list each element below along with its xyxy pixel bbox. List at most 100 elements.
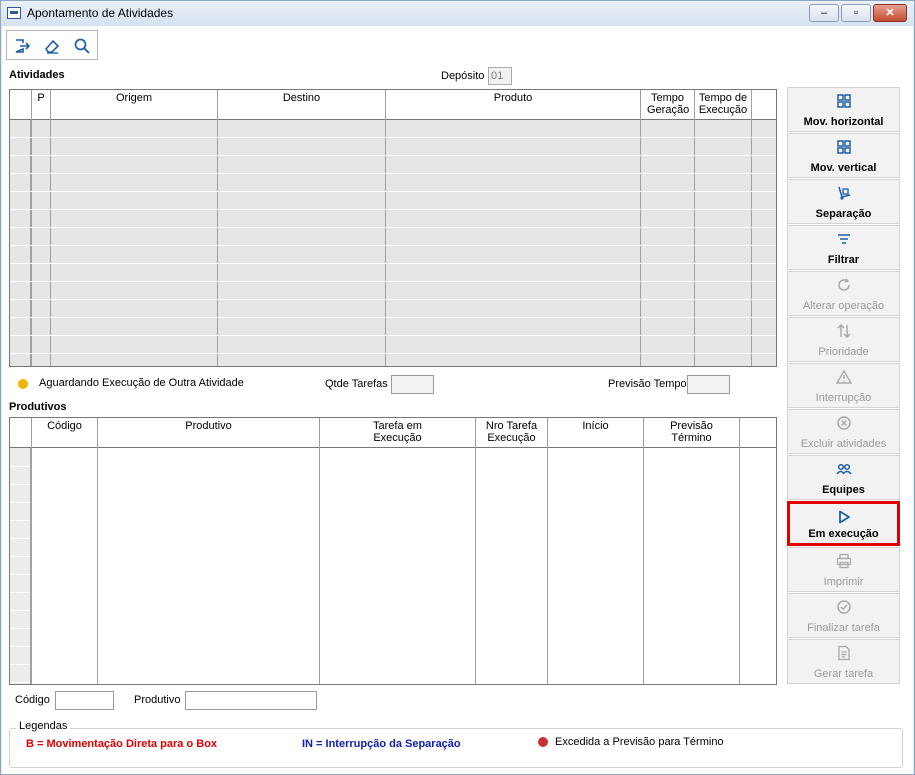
atividades-grid[interactable]: P Origem Destino Produto Tempo Geração T… [9, 89, 777, 367]
finalizar-tarefa-button[interactable]: Finalizar tarefa [787, 593, 900, 638]
team-icon [788, 461, 899, 477]
main-content: Atividades Depósito 01 P Origem Destino … [2, 26, 913, 774]
sidebar-button-label: Prioridade [818, 346, 869, 358]
col-header-codigo[interactable]: Código [32, 418, 98, 448]
sidebar-button-label: Em execução [808, 528, 879, 540]
previsao-tempo-field[interactable] [687, 375, 730, 394]
app-window: Apontamento de Atividades – ▫ ✕ Atividad… [0, 0, 915, 775]
row-header-divider [10, 502, 30, 503]
waiting-status-label: Aguardando Execução de Outra Atividade [39, 377, 244, 389]
col-header-destino[interactable]: Destino [218, 90, 386, 120]
row-header-divider [10, 484, 30, 485]
waiting-status-dot [18, 379, 28, 389]
sort-arrows-icon [788, 323, 899, 339]
sidebar-button-label: Imprimir [823, 576, 864, 588]
row-header-divider [10, 592, 30, 593]
alterar-operacao-button[interactable]: Alterar operação [787, 271, 900, 316]
window-title: Apontamento de Atividades [27, 6, 174, 20]
table-row[interactable] [10, 336, 776, 354]
table-row[interactable] [10, 300, 776, 318]
deposito-field[interactable]: 01 [488, 67, 512, 85]
row-header-divider [10, 520, 30, 521]
sidebar-button-label: Excluir atividades [800, 438, 887, 450]
refresh-icon [788, 277, 899, 293]
col-header-produto[interactable]: Produto [386, 90, 641, 120]
em-execucao-button[interactable]: Em execução [787, 501, 900, 546]
qtde-tarefas-field[interactable] [391, 375, 434, 394]
hand-truck-icon [788, 185, 899, 201]
corner-header [10, 418, 32, 448]
col-header-tempo-geracao[interactable]: Tempo Geração [641, 90, 695, 120]
row-header-divider [10, 466, 30, 467]
maximize-button[interactable]: ▫ [841, 4, 871, 22]
search-button[interactable] [69, 34, 95, 58]
row-header-divider [10, 538, 30, 539]
grid-move-icon [788, 93, 899, 109]
produtivo-filter-label: Produtivo [134, 694, 181, 706]
atividades-heading: Atividades [9, 69, 65, 81]
equipes-button[interactable]: Equipes [787, 455, 900, 500]
table-row[interactable] [10, 174, 776, 192]
search-icon [74, 38, 90, 54]
legend-interruption: IN = Interrupção da Separação [302, 738, 461, 750]
produtivo-filter-input[interactable] [185, 691, 317, 710]
table-row[interactable] [10, 210, 776, 228]
corner-header [10, 90, 32, 120]
excluir-atividades-button[interactable]: Excluir atividades [787, 409, 900, 454]
table-row[interactable] [10, 192, 776, 210]
sidebar-button-label: Equipes [822, 484, 865, 496]
gerar-tarefa-button[interactable]: Gerar tarefa [787, 639, 900, 684]
close-button[interactable]: ✕ [873, 4, 907, 22]
interrupcao-button[interactable]: Interrupção [787, 363, 900, 408]
table-row[interactable] [10, 156, 776, 174]
mov-horizontal-button[interactable]: Mov. horizontal [787, 87, 900, 132]
col-header-nro-tarefa[interactable]: Nro Tarefa Execução [476, 418, 548, 448]
table-row[interactable] [10, 246, 776, 264]
row-header-divider [10, 628, 30, 629]
produtivos-grid[interactable]: Código Produtivo Tarefa em Execução Nro … [9, 417, 777, 685]
sidebar-button-label: Finalizar tarefa [807, 622, 880, 634]
minimize-button[interactable]: – [809, 4, 839, 22]
table-row[interactable] [10, 318, 776, 336]
produtivos-grid-header: Código Produtivo Tarefa em Execução Nro … [10, 418, 776, 448]
col-header-origem[interactable]: Origem [51, 90, 218, 120]
legend-exceeded: Excedida a Previsão para Término [555, 736, 724, 748]
play-icon [790, 509, 897, 525]
exit-button[interactable] [9, 34, 35, 58]
sidebar-button-label: Gerar tarefa [813, 668, 874, 680]
table-row[interactable] [10, 120, 776, 138]
row-header-divider [10, 556, 30, 557]
col-header-produtivo[interactable]: Produtivo [98, 418, 320, 448]
table-row[interactable] [10, 264, 776, 282]
col-header-p[interactable]: P [32, 90, 51, 120]
table-row[interactable] [10, 228, 776, 246]
sidebar-button-label: Separação [815, 208, 872, 220]
filtrar-button[interactable]: Filtrar [787, 225, 900, 270]
imprimir-button[interactable]: Imprimir [787, 547, 900, 592]
exceeded-status-dot [538, 737, 548, 747]
close-circle-icon [788, 415, 899, 431]
atividades-grid-header: P Origem Destino Produto Tempo Geração T… [10, 90, 776, 120]
mov-vertical-button[interactable]: Mov. vertical [787, 133, 900, 178]
col-header-tempo-execucao[interactable]: Tempo de Execução [695, 90, 752, 120]
title-bar: Apontamento de Atividades – ▫ ✕ [1, 1, 914, 26]
sidebar-button-label: Mov. vertical [810, 162, 877, 174]
clear-button[interactable] [39, 34, 65, 58]
codigo-filter-input[interactable] [55, 691, 114, 710]
row-header-divider [10, 610, 30, 611]
col-header-inicio[interactable]: Início [548, 418, 644, 448]
filter-icon [788, 231, 899, 247]
qtde-tarefas-label: Qtde Tarefas [325, 378, 388, 390]
sidebar-button-label: Filtrar [827, 254, 860, 266]
col-header-previsao-termino[interactable]: Previsão Término [644, 418, 740, 448]
table-row[interactable] [10, 138, 776, 156]
col-header-tarefa-execucao[interactable]: Tarefa em Execução [320, 418, 476, 448]
produtivos-heading: Produtivos [9, 401, 67, 413]
row-header-divider [10, 574, 30, 575]
separacao-button[interactable]: Separação [787, 179, 900, 224]
sidebar-button-label: Alterar operação [802, 300, 885, 312]
prioridade-button[interactable]: Prioridade [787, 317, 900, 362]
printer-icon [788, 553, 899, 569]
table-row[interactable] [10, 282, 776, 300]
codigo-filter-label: Código [15, 694, 50, 706]
